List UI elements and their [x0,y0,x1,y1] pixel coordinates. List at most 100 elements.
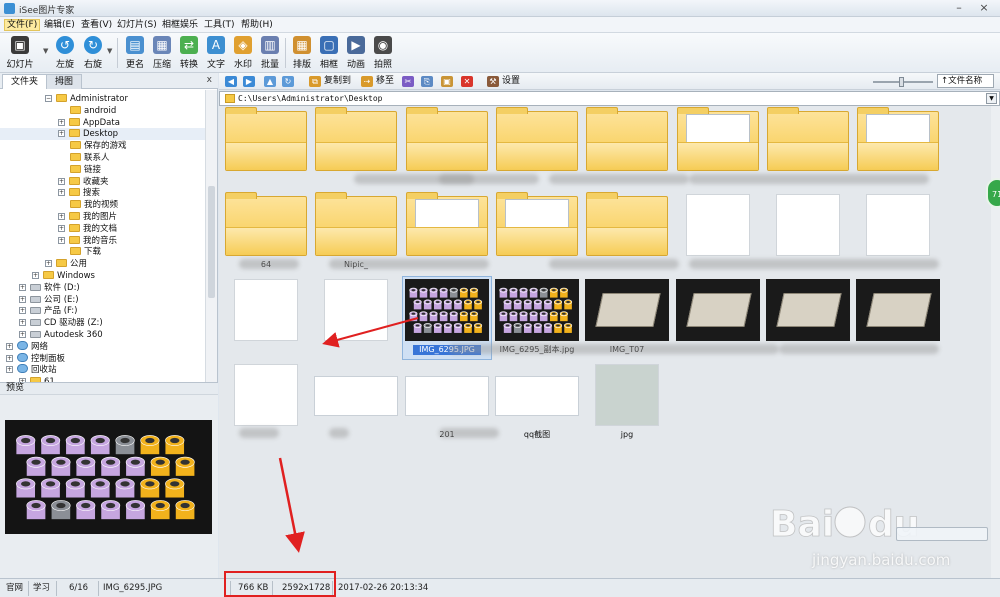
rotate-left-button[interactable]: ↺ 左旋 [50,36,80,70]
expand-icon[interactable]: + [6,354,13,362]
tree-scrollbar[interactable] [205,90,217,382]
expand-icon[interactable]: + [58,189,65,197]
tree-item[interactable]: 保存的游戏 [0,140,205,152]
settings-icon[interactable]: ⚒ [487,76,499,87]
settings-button[interactable]: 设置 [502,75,520,88]
rename-button[interactable]: ▤ 更名 [120,36,150,70]
tree-item[interactable]: + 控制面板 [0,352,205,365]
tree-item[interactable]: + CD 驱动器 (Z:) [0,317,205,329]
collapse-icon[interactable]: − [45,95,52,102]
expand-icon[interactable]: + [19,283,26,291]
tree-item[interactable]: + 公用 [0,258,205,270]
expand-icon[interactable]: + [58,130,65,138]
tree-item[interactable]: 我的视频 [0,199,205,211]
address-dropdown-icon[interactable]: ▼ [986,93,997,104]
expand-icon[interactable]: + [58,224,65,232]
thumbnail-item[interactable] [222,277,310,359]
menu-slideshow[interactable]: 幻灯片(S) [115,19,159,31]
close-panel-icon[interactable]: x [207,75,212,85]
side-floating-badge[interactable]: 71 [986,178,1000,208]
tree-scrollbar-thumb[interactable] [208,186,215,298]
tree-item[interactable]: + 我的音乐 [0,235,205,247]
paste-icon[interactable]: ▣ [441,76,453,87]
tree-item[interactable]: − Administrator [0,93,205,105]
expand-icon[interactable]: + [19,331,26,338]
menu-frame-fun[interactable]: 相框娱乐 [160,19,200,31]
expand-icon[interactable]: + [58,177,65,185]
thumbnail-item[interactable]: jpg [583,362,671,444]
batch-button[interactable]: ▥ 批量 [255,36,285,70]
tree-item[interactable]: 链接 [0,164,205,176]
move-to-icon[interactable]: ⇢ [361,76,373,87]
floating-mini-toolbar[interactable] [896,527,988,541]
menu-view[interactable]: 查看(V) [79,19,114,31]
copy-to-icon[interactable]: ⧉ [309,76,321,87]
tree-item[interactable]: 联系人 [0,152,205,164]
menu-help[interactable]: 帮助(H) [239,19,275,31]
grid-scrollbar[interactable] [991,106,1000,578]
up-folder-icon[interactable]: ▲ [264,76,276,87]
frame-button[interactable]: ▢ 相框 [314,36,344,70]
tree-item[interactable]: + Windows [0,270,205,282]
expand-icon[interactable]: + [6,342,13,350]
tree-item[interactable]: + Autodesk 360 [0,329,205,341]
cut-icon[interactable]: ✂ [402,76,414,87]
camera-button[interactable]: ◉ 拍照 [368,36,398,70]
thumbnail-item[interactable]: qq截图 [493,362,581,444]
status-learn[interactable]: 学习 [33,582,50,595]
layout-button[interactable]: ▦ 排版 [287,36,317,70]
thumbnail-item[interactable] [312,362,400,444]
minimize-button[interactable]: – [951,1,967,15]
tree-item[interactable]: + 回收站 [0,364,205,376]
address-bar[interactable]: C:\Users\Administrator\Desktop ▼ [219,91,1000,106]
tree-item[interactable]: + 我的图片 [0,211,205,223]
convert-button[interactable]: ⇄ 转换 [174,36,204,70]
expand-icon[interactable]: + [45,260,52,268]
expand-icon[interactable]: + [19,295,26,303]
tree-item[interactable]: + 产品 (F:) [0,305,205,317]
zoom-slider[interactable] [873,77,933,87]
thumbnail-item[interactable] [222,107,310,189]
tree-item[interactable]: + 软件 (D:) [0,282,205,294]
compress-button[interactable]: ▦ 压缩 [147,36,177,70]
copy-to-button[interactable]: 复制到 [324,75,351,88]
tree-item[interactable]: android [0,105,205,117]
back-icon[interactable]: ◀ [225,76,237,87]
rotate-dropdown-icon[interactable]: ▼ [107,47,112,55]
tree-item[interactable]: + 公司 (E:) [0,294,205,306]
slideshow-button[interactable]: ▣ 幻灯片 [5,36,35,70]
forward-icon[interactable]: ▶ [243,76,255,87]
close-button[interactable]: × [976,1,992,15]
menu-edit[interactable]: 编辑(E) [42,19,77,31]
animation-button[interactable]: ▶ 动画 [341,36,371,70]
tree-item[interactable]: + 收藏夹 [0,176,205,188]
move-to-button[interactable]: 移至 [376,75,394,88]
expand-icon[interactable]: + [19,319,26,327]
tree-item[interactable]: + AppData [0,117,205,129]
delete-icon[interactable]: ✕ [461,76,473,87]
tree-item[interactable]: + Desktop [0,128,205,141]
watermark-button[interactable]: ◈ 水印 [228,36,258,70]
zoom-slider-thumb[interactable] [899,77,904,87]
expand-icon[interactable]: + [58,236,65,244]
rotate-right-button[interactable]: ↻ 右旋 [78,36,108,70]
tab-folders[interactable]: 文件夹 [2,74,48,89]
address-path[interactable]: C:\Users\Administrator\Desktop [238,93,383,105]
slideshow-dropdown-icon[interactable]: ▼ [43,47,48,55]
tree-item[interactable]: + 我的文档 [0,223,205,235]
expand-icon[interactable]: + [58,213,65,220]
expand-icon[interactable]: + [19,307,26,315]
tree-item[interactable]: 下载 [0,246,205,258]
menu-tools[interactable]: 工具(T) [202,19,237,31]
expand-icon[interactable]: + [6,366,13,374]
sort-select[interactable]: ↑文件名称 [937,74,994,88]
status-official-site[interactable]: 官网 [6,582,23,595]
refresh-icon[interactable]: ↻ [282,76,294,87]
tree-item[interactable]: + 搜索 [0,187,205,199]
menu-file[interactable]: 文件(F) [4,19,41,31]
tab-thumbnails[interactable]: 拇图 [46,74,83,89]
copy-icon[interactable]: ⎘ [421,76,433,87]
tree-item[interactable]: + 网络 [0,340,205,353]
expand-icon[interactable]: + [32,272,39,279]
thumbnail-item[interactable] [312,277,400,359]
